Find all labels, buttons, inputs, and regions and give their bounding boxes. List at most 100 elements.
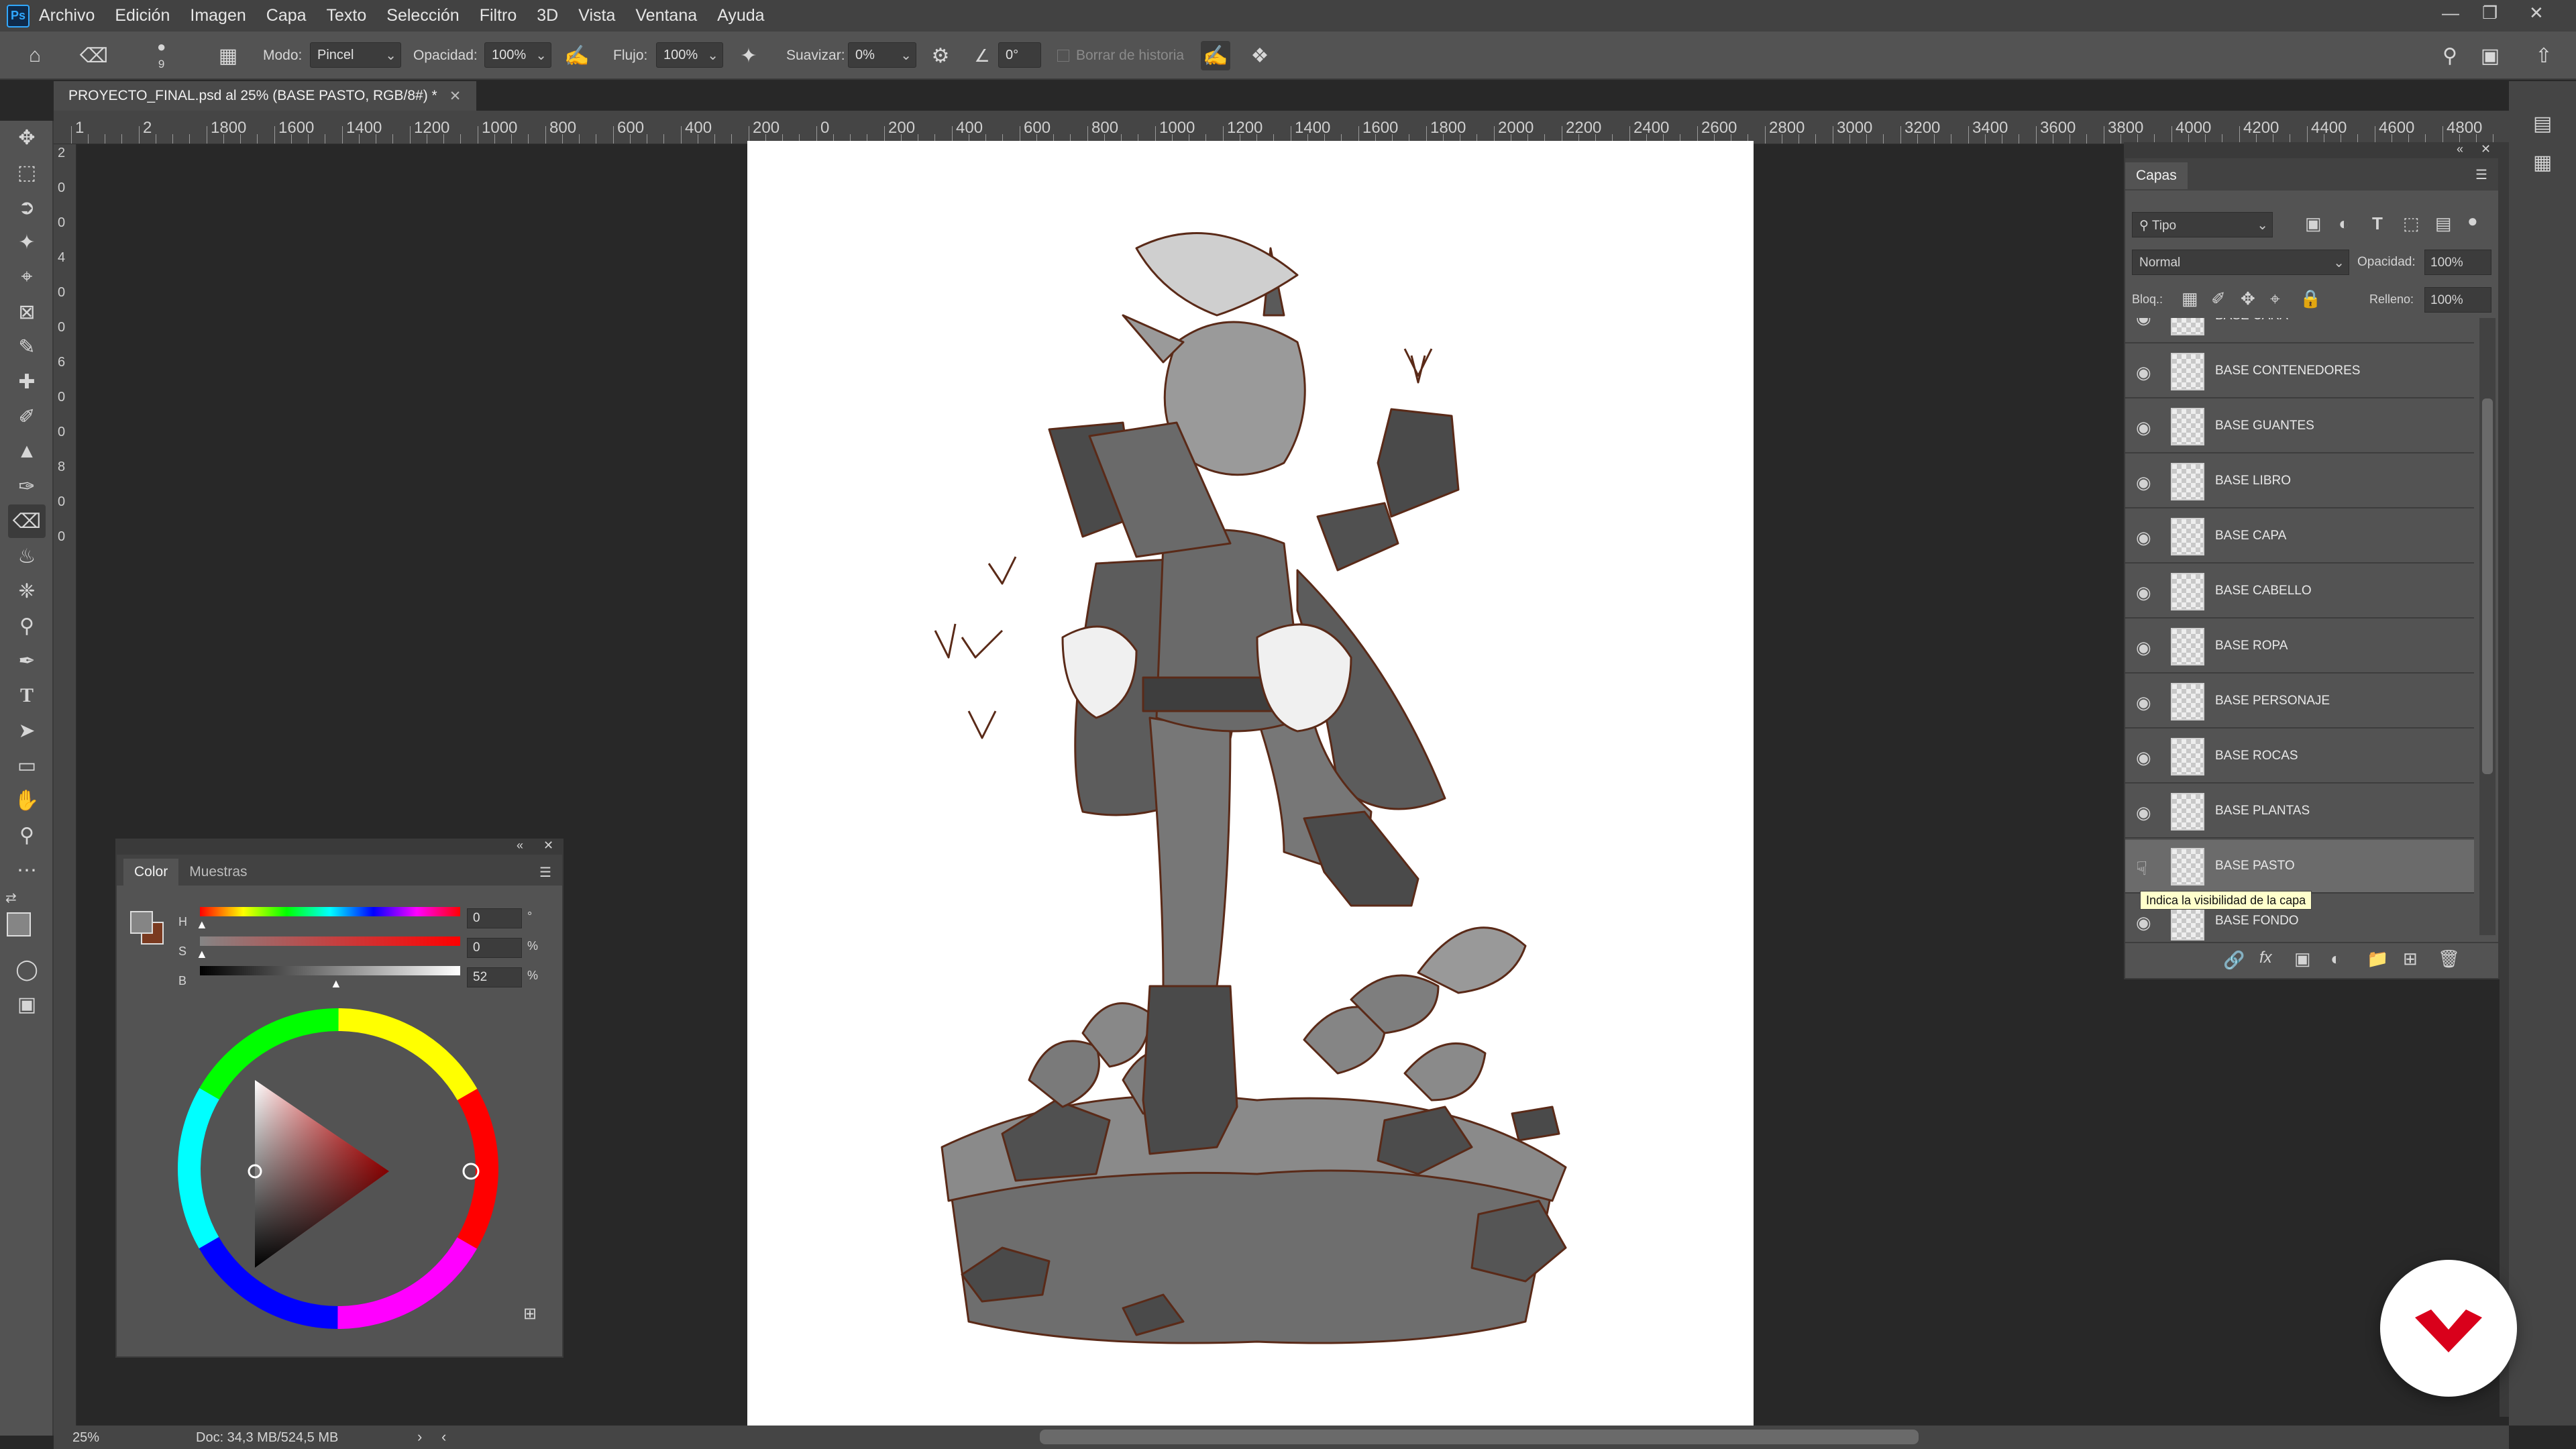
erase-history-checkbox[interactable] — [1057, 50, 1069, 62]
layer-row-base-pasto[interactable]: ☟ BASE PASTO — [2125, 840, 2474, 894]
eye-icon[interactable]: ◉ — [2136, 417, 2151, 438]
share-icon[interactable]: ⇧ — [2529, 41, 2559, 70]
paint-bucket-icon[interactable]: ♨ — [8, 539, 46, 573]
vertical-scrollbar[interactable] — [2500, 142, 2509, 1417]
eyedropper-icon[interactable]: ✎ — [8, 330, 46, 364]
slider-thumb-icon[interactable]: ▲ — [330, 977, 342, 991]
crop-tool-icon[interactable]: ⌖ — [8, 260, 46, 294]
eye-icon[interactable]: ◉ — [2136, 318, 2151, 328]
menu-imagen[interactable]: Imagen — [190, 6, 246, 25]
layer-row-base-contenedores[interactable]: ◉ BASE CONTENEDORES — [2125, 345, 2474, 398]
lock-pixels-icon[interactable]: ✐ — [2211, 288, 2226, 309]
rectangle-tool-icon[interactable]: ▭ — [8, 749, 46, 782]
menu-vista[interactable]: Vista — [578, 6, 615, 25]
path-selection-icon[interactable]: ➤ — [8, 714, 46, 747]
more-tools-icon[interactable]: ⋯ — [8, 853, 46, 887]
menu-3d[interactable]: 3D — [537, 6, 558, 25]
doc-size[interactable]: Doc: 34,3 MB/524,5 MB — [196, 1430, 338, 1446]
zoom-tool-icon[interactable]: ⚲ — [8, 818, 46, 852]
pressure-opacity-icon[interactable]: ✍ — [562, 41, 592, 70]
menu-archivo[interactable]: Archivo — [39, 6, 95, 25]
eye-icon[interactable]: ◉ — [2136, 802, 2151, 823]
menu-filtro[interactable]: Filtro — [480, 6, 517, 25]
layer-row-base-rocas[interactable]: ◉ BASE ROCAS — [2125, 730, 2474, 784]
filter-adjustment-icon[interactable]: ◐ — [2339, 213, 2349, 234]
eye-icon[interactable]: ◉ — [2136, 362, 2151, 383]
layer-row-base-ropa[interactable]: ◉ BASE ROPA — [2125, 620, 2474, 674]
search-icon[interactable]: ⚲ — [2435, 41, 2465, 70]
mode-select[interactable]: Pincel ⌄ — [310, 42, 401, 68]
menu-texto[interactable]: Texto — [327, 6, 367, 25]
close-tab-icon[interactable]: ✕ — [449, 88, 462, 105]
layer-row-base-plantas[interactable]: ◉ BASE PLANTAS — [2125, 785, 2474, 839]
eye-icon[interactable]: ◉ — [2136, 582, 2151, 603]
adjustment-layer-icon[interactable]: ◐ — [2330, 949, 2341, 969]
close-panel-icon[interactable]: ✕ — [2481, 142, 2491, 156]
magic-wand-icon[interactable]: ✦ — [8, 225, 46, 259]
stamp-tool-icon[interactable]: ▲ — [8, 435, 46, 468]
dodge-tool-icon[interactable]: ⚲ — [8, 609, 46, 643]
scrollbar-thumb[interactable] — [2482, 398, 2493, 774]
brush-preset-picker[interactable]: ● 9 — [157, 32, 166, 80]
slider-thumb-icon[interactable]: ▲ — [196, 918, 208, 932]
frame-tool-icon[interactable]: ⊠ — [8, 295, 46, 329]
zoom-level[interactable]: 25% — [72, 1430, 99, 1446]
delete-layer-icon[interactable]: 🗑 — [2438, 949, 2460, 969]
slider-thumb-icon[interactable]: ▲ — [196, 947, 208, 961]
brush-tool-icon[interactable]: ✐ — [8, 400, 46, 433]
filter-shape-icon[interactable]: ⬚ — [2403, 213, 2420, 234]
lock-transparent-icon[interactable]: ▦ — [2182, 288, 2198, 309]
horizontal-scrollbar[interactable] — [1040, 1430, 1919, 1444]
workspace-icon[interactable]: ▣ — [2475, 41, 2505, 70]
lock-artboard-icon[interactable]: ⌖ — [2270, 288, 2280, 310]
minimize-icon[interactable]: — — [2442, 3, 2459, 23]
airbrush-icon[interactable]: ✦ — [734, 41, 763, 70]
tab-layers[interactable]: Capas — [2125, 162, 2188, 189]
screen-mode-icon[interactable]: ▣ — [8, 987, 46, 1021]
tab-color[interactable]: Color — [123, 859, 179, 885]
add-mask-icon[interactable]: ▣ — [2294, 949, 2311, 969]
pressure-size-icon[interactable]: ✍ — [1201, 41, 1230, 70]
fill-field[interactable]: 100% — [2424, 287, 2491, 313]
layer-row-base-cara[interactable]: ◉ BASE CARA — [2125, 318, 2474, 343]
panel-menu-icon[interactable]: ☰ — [539, 864, 551, 881]
foreground-color-swatch[interactable] — [130, 911, 153, 934]
brush-settings-icon[interactable]: ▦ — [213, 41, 243, 70]
collapse-panel-icon[interactable]: « — [2457, 142, 2463, 156]
pen-tool-icon[interactable]: ✒ — [8, 644, 46, 678]
tab-swatches[interactable]: Muestras — [178, 859, 258, 885]
hand-tool-icon[interactable]: ✋ — [8, 784, 46, 817]
filter-pixel-icon[interactable]: ▣ — [2305, 213, 2322, 234]
eraser-tool-icon[interactable]: ⌫ — [79, 41, 109, 70]
brightness-value[interactable]: 52 — [467, 967, 522, 987]
close-panel-icon[interactable]: ✕ — [543, 839, 553, 853]
marquee-tool-icon[interactable]: ⬚ — [8, 156, 46, 189]
erase-history-option[interactable]: Borrar de historia — [1057, 32, 1184, 80]
layer-filter-select[interactable]: ⚲ Tipo ⌄ — [2132, 212, 2273, 237]
document-tab[interactable]: PROYECTO_FINAL.psd al 25% (BASE PASTO, R… — [54, 81, 476, 111]
blend-mode-select[interactable]: Normal ⌄ — [2132, 250, 2349, 275]
eye-icon[interactable]: ◉ — [2136, 472, 2151, 493]
restore-icon[interactable]: ❐ — [2482, 3, 2498, 23]
lock-position-icon[interactable]: ✥ — [2241, 288, 2255, 309]
chevron-right-icon[interactable]: › — [417, 1428, 422, 1446]
menu-capa[interactable]: Capa — [266, 6, 307, 25]
eraser-tool-icon[interactable]: ⌫ — [8, 504, 46, 538]
home-icon[interactable]: ⌂ — [20, 41, 50, 70]
quick-mask-icon[interactable]: ◯ — [8, 953, 46, 986]
layer-row-base-cabello[interactable]: ◉ BASE CABELLO — [2125, 565, 2474, 619]
gear-icon[interactable]: ⚙ — [926, 41, 955, 70]
smooth-field[interactable]: 0% ⌄ — [848, 42, 916, 68]
eye-icon[interactable]: ◉ — [2136, 692, 2151, 713]
layer-opacity-field[interactable]: 100% — [2424, 250, 2491, 275]
document-canvas[interactable] — [747, 141, 1754, 1426]
menu-ventana[interactable]: Ventana — [635, 6, 697, 25]
move-tool-icon[interactable]: ✥ — [8, 121, 46, 154]
blur-tool-icon[interactable]: ❈ — [8, 574, 46, 608]
link-layers-icon[interactable]: 🔗 — [2223, 950, 2245, 971]
color-wheel[interactable] — [176, 1000, 511, 1335]
saturation-value[interactable]: 0 — [467, 938, 522, 958]
properties-panel-icon[interactable]: ▤ — [2533, 112, 2552, 136]
fx-icon[interactable]: fx — [2259, 949, 2272, 967]
menu-seleccion[interactable]: Selección — [386, 6, 459, 25]
